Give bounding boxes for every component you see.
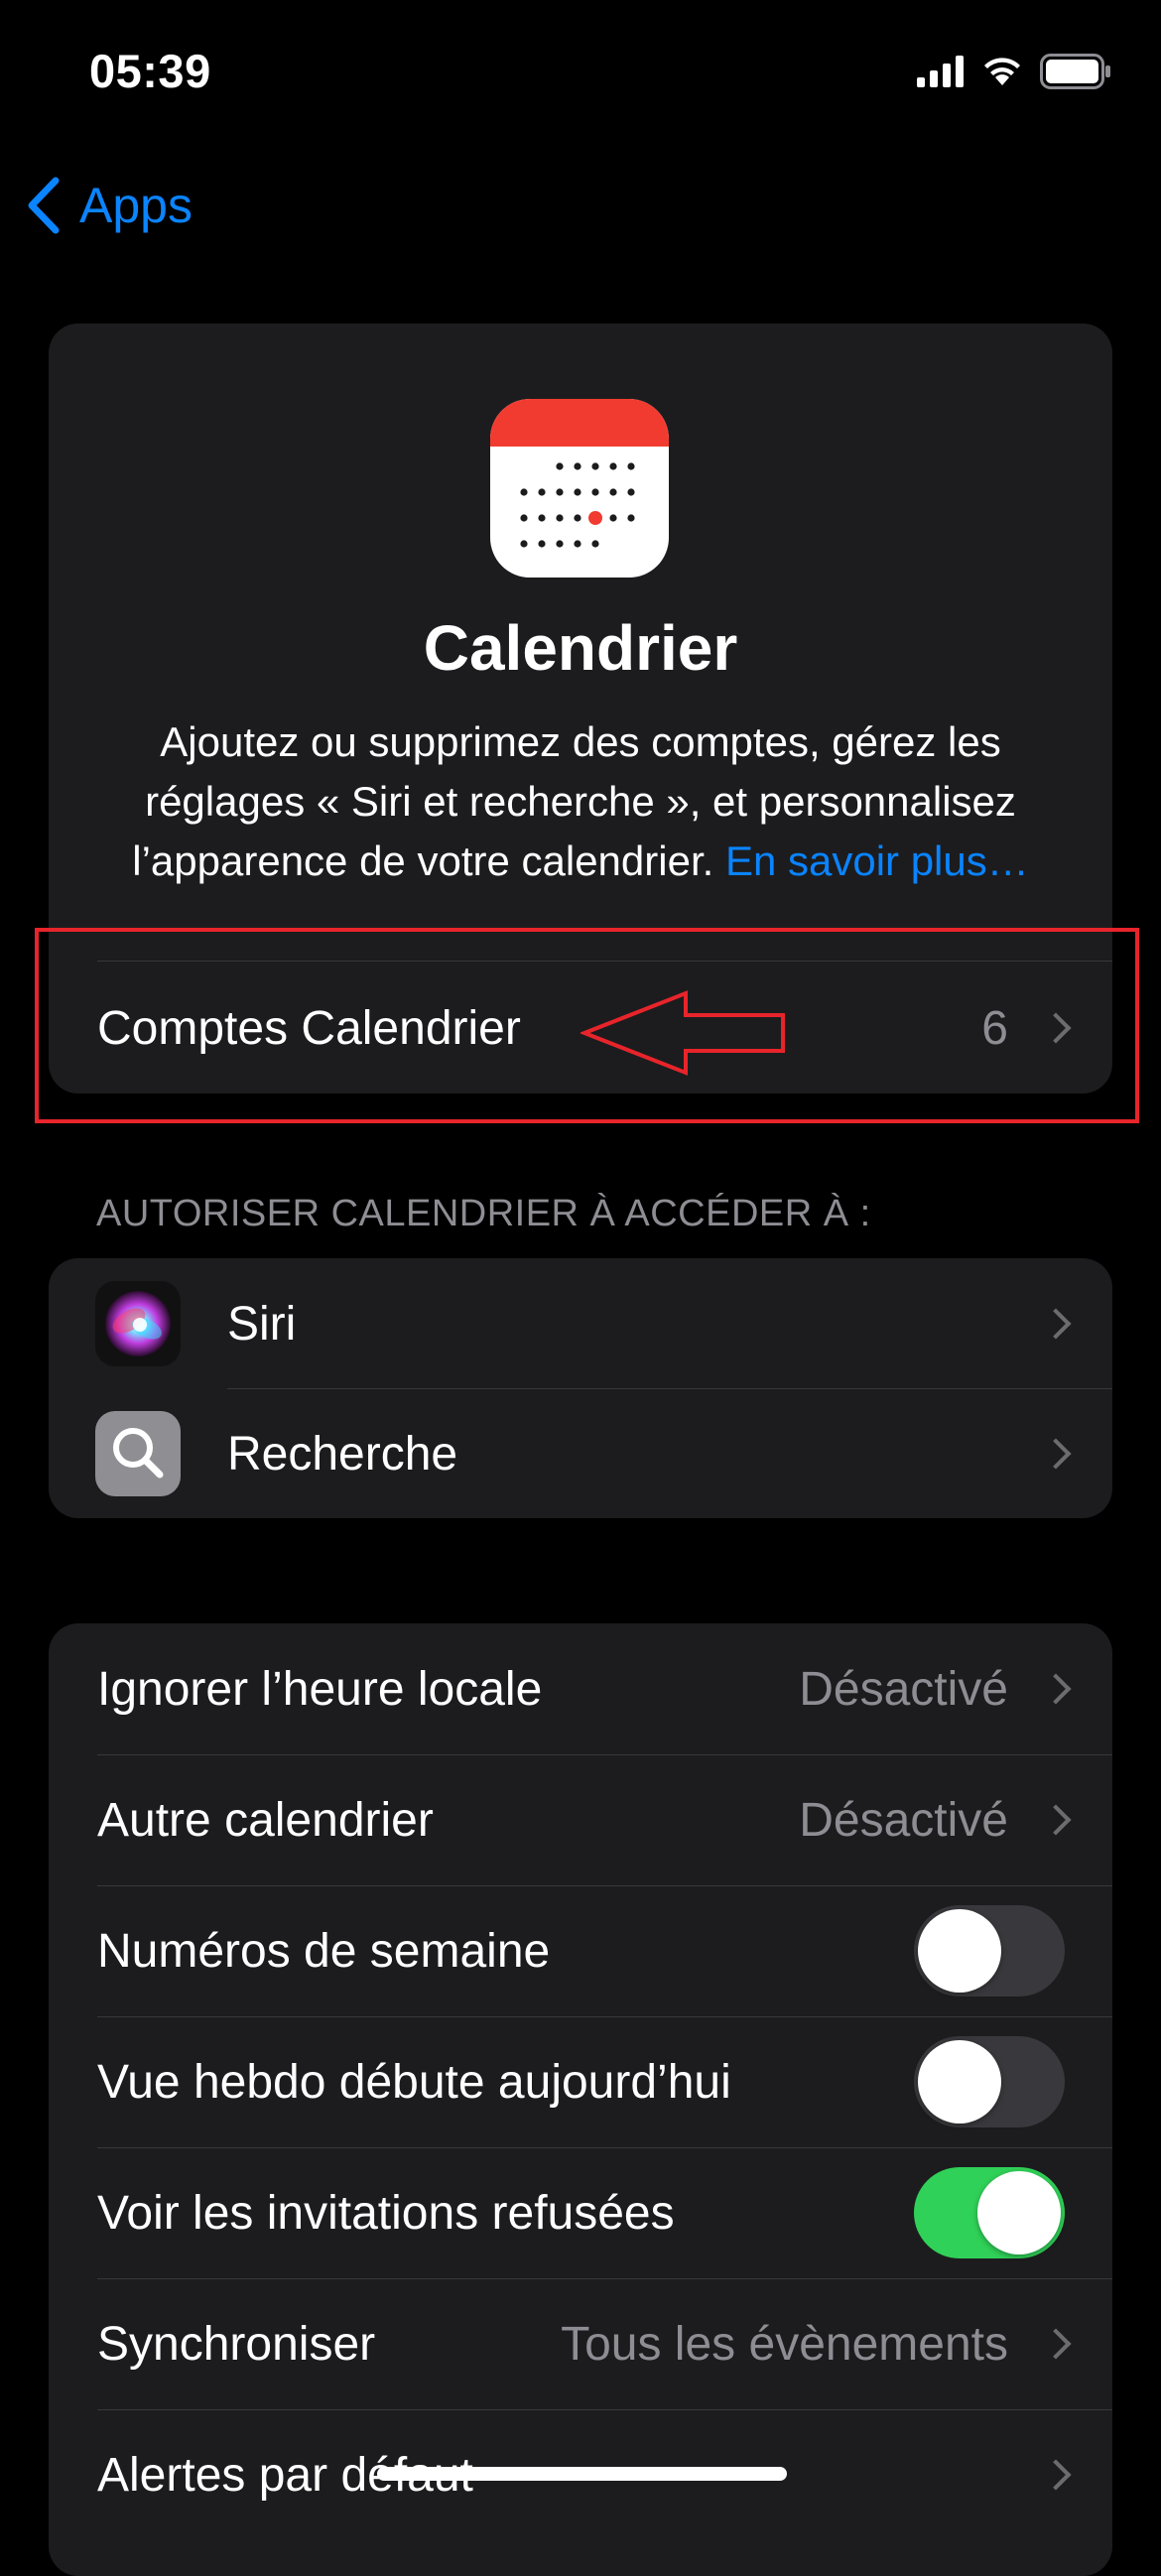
sync-row[interactable]: Synchroniser Tous les évènements	[49, 2278, 1112, 2409]
sync-label: Synchroniser	[97, 2317, 376, 2371]
week-starts-today-row: Vue hebdo débute aujourd’hui	[49, 2016, 1112, 2147]
alternate-calendar-row[interactable]: Autre calendrier Désactivé	[49, 1754, 1112, 1885]
week-numbers-label: Numéros de semaine	[97, 1924, 551, 1978]
app-title: Calendrier	[423, 612, 738, 684]
search-icon	[95, 1411, 181, 1496]
show-declined-invitations-toggle[interactable]	[914, 2167, 1065, 2258]
wifi-icon	[984, 58, 1020, 85]
chevron-right-icon	[1040, 1804, 1072, 1836]
ignore-local-time-label: Ignorer l’heure locale	[97, 1662, 543, 1716]
chevron-right-icon	[1040, 1308, 1072, 1340]
alternate-calendar-value: Désactivé	[799, 1793, 1008, 1847]
status-time: 05:39	[89, 45, 211, 97]
siri-icon	[95, 1281, 181, 1366]
alternate-calendar-label: Autre calendrier	[97, 1793, 434, 1847]
home-indicator[interactable]	[377, 2467, 787, 2481]
access-card: Siri Recherche	[49, 1258, 1112, 1518]
chevron-right-icon	[1040, 2328, 1072, 2360]
siri-row[interactable]: Siri	[49, 1258, 1112, 1389]
week-numbers-toggle[interactable]	[914, 1905, 1065, 1996]
week-starts-today-toggle[interactable]	[914, 2036, 1065, 2127]
week-starts-today-label: Vue hebdo débute aujourd’hui	[97, 2055, 731, 2109]
show-declined-invitations-row: Voir les invitations refusées	[49, 2147, 1112, 2278]
ignore-local-time-row[interactable]: Ignorer l’heure locale Désactivé	[49, 1623, 1112, 1754]
learn-more-link[interactable]: En savoir plus…	[725, 837, 1029, 884]
access-section-header: AUTORISER CALENDRIER À ACCÉDER À :	[96, 1193, 871, 1234]
chevron-right-icon	[1040, 1438, 1072, 1470]
calendar-app-icon	[490, 399, 669, 578]
search-row[interactable]: Recherche	[49, 1388, 1112, 1518]
toggle-knob	[918, 2040, 1001, 2124]
cellular-signal-icon	[917, 56, 964, 87]
calendar-dots-icon	[520, 462, 635, 548]
chevron-right-icon	[1040, 1673, 1072, 1705]
back-button[interactable]: Apps	[26, 171, 193, 240]
toggle-knob	[918, 1909, 1001, 1993]
app-description: Ajoutez ou supprimez des comptes, gérez …	[88, 712, 1073, 891]
siri-label: Siri	[227, 1297, 297, 1351]
search-label: Recherche	[227, 1427, 458, 1481]
toggle-knob	[977, 2171, 1061, 2254]
annotation-arrow-icon	[580, 990, 785, 1076]
chevron-right-icon	[1040, 2459, 1072, 2491]
settings-card: Ignorer l’heure locale Désactivé Autre c…	[49, 1623, 1112, 2576]
show-declined-invitations-label: Voir les invitations refusées	[97, 2186, 675, 2240]
week-numbers-row: Numéros de semaine	[49, 1885, 1112, 2016]
status-icons	[917, 52, 1111, 91]
back-button-label: Apps	[79, 178, 193, 233]
chevron-left-icon	[28, 177, 60, 234]
battery-icon	[1040, 54, 1110, 89]
sync-value: Tous les évènements	[561, 2317, 1008, 2371]
ignore-local-time-value: Désactivé	[799, 1662, 1008, 1716]
